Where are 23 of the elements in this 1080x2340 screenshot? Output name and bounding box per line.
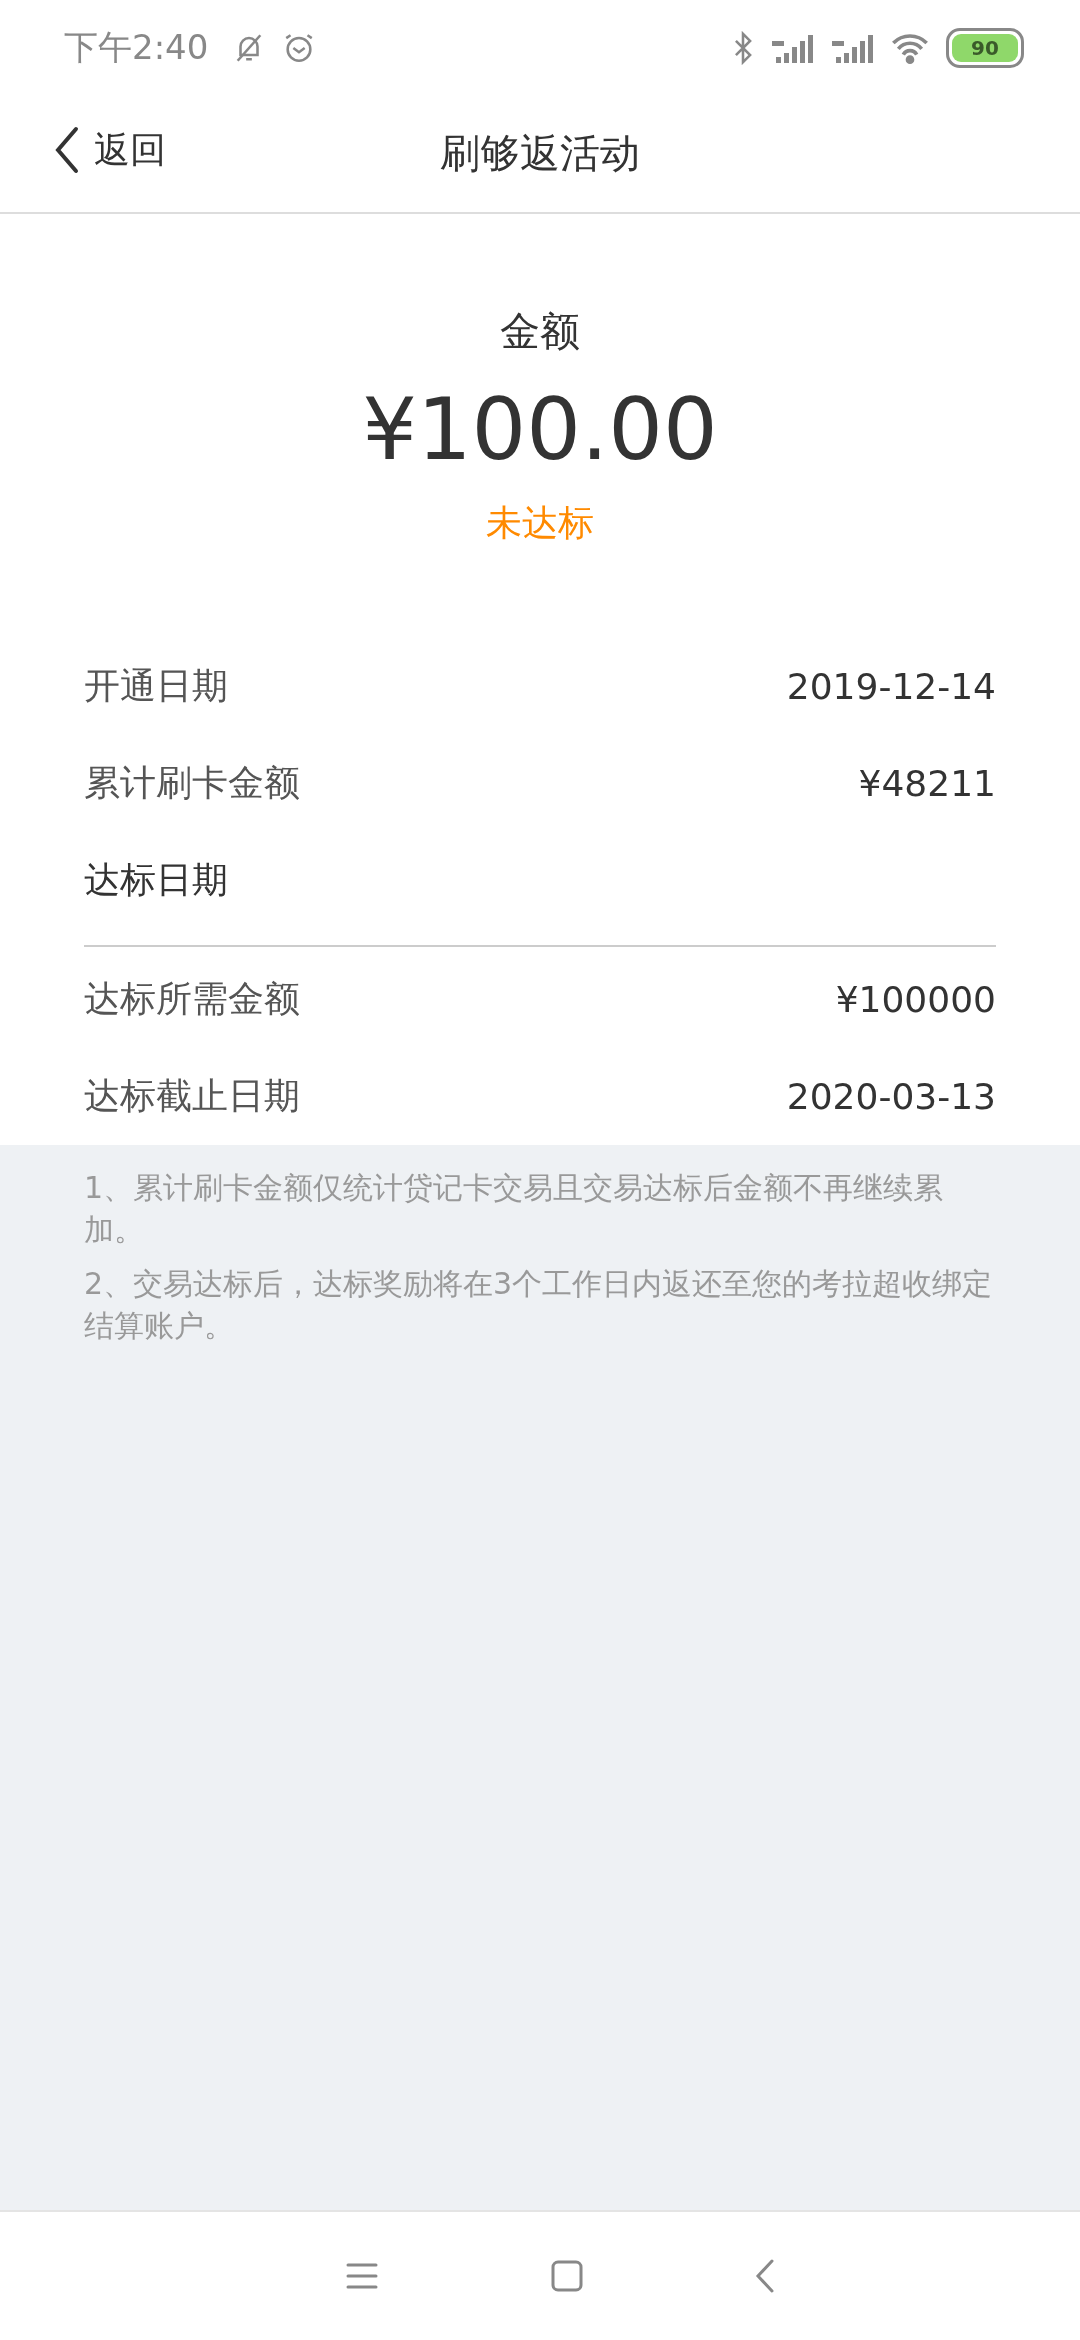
- detail-value: ¥48211: [858, 763, 996, 804]
- back-chevron-icon: [54, 125, 80, 175]
- status-time: 下午2:40: [64, 25, 209, 69]
- home-icon[interactable]: [550, 2259, 584, 2293]
- detail-label: 开通日期: [84, 664, 228, 708]
- back-button[interactable]: 返回: [54, 125, 166, 175]
- detail-label: 达标所需金额: [84, 977, 300, 1021]
- note-text: 2、交易达标后，达标奖励将在3个工作日内返还至您的考拉超收绑定结算账户。: [84, 1265, 994, 1345]
- amount-label: 金额: [500, 307, 580, 356]
- back-icon[interactable]: [754, 2259, 775, 2293]
- detail-label: 累计刷卡金额: [84, 761, 300, 805]
- page-title: 刷够返活动: [440, 129, 640, 178]
- battery-level: 90: [952, 33, 1018, 62]
- detail-value: 2020-03-13: [786, 1076, 996, 1117]
- amount-value: ¥100.00: [362, 379, 718, 479]
- status-text: 未达标: [486, 501, 594, 545]
- bluetooth-icon: [732, 30, 754, 65]
- detail-value: 2019-12-14: [786, 666, 996, 707]
- detail-value: ¥100000: [835, 979, 996, 1020]
- detail-label: 达标截止日期: [84, 1074, 300, 1118]
- menu-icon[interactable]: [345, 2261, 380, 2291]
- detail-label: 达标日期: [84, 858, 228, 902]
- note-text: 1、累计刷卡金额仅统计贷记卡交易且交易达标后金额不再继续累加。: [84, 1169, 945, 1249]
